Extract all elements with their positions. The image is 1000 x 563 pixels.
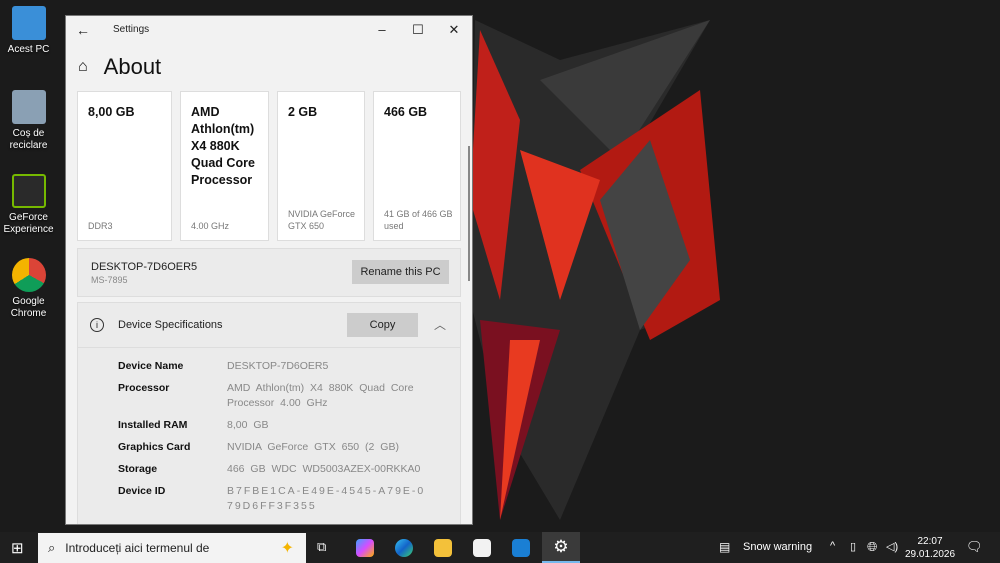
desktop-icon-this-pc[interactable]: Acest PC: [0, 6, 57, 56]
news-icon[interactable]: ▤: [719, 540, 730, 554]
settings-window: ← Settings – ☐ ✕ ⌂ About 8,00 GB DDR3 AMD …: [65, 15, 473, 525]
back-icon[interactable]: ←: [66, 22, 100, 38]
spec-value: B7FBE1CA-E49E-4545-A79E-079D6FF3F355: [227, 485, 426, 512]
computer-icon: [11, 6, 46, 40]
spec-key: Processor: [118, 382, 170, 394]
card-detail: DDR3: [88, 221, 113, 231]
sparkle-icon: ✦: [280, 540, 294, 557]
card-detail: 41 GB of 466 GB used: [384, 209, 453, 231]
card-detail: NVIDIA GeForce GTX 650: [288, 209, 356, 231]
device-specifications-header[interactable]: i Device Specifications Copy ︿: [78, 303, 460, 348]
close-icon[interactable]: ✕: [436, 22, 472, 38]
edge-icon[interactable]: [395, 539, 413, 557]
search-icon: ⌕: [48, 540, 56, 555]
search-placeholder: Introduceți aici termenul de: [65, 541, 210, 555]
device-specifications-panel: i Device Specifications Copy ︿ Device Na…: [77, 302, 461, 524]
outlook-icon[interactable]: [512, 539, 530, 557]
spec-value: DESKTOP-7D6OER5: [227, 360, 329, 372]
spec-row: Device ID B7FBE1CA-E49E-4545-A79E-079D6FF…: [78, 484, 460, 514]
clock[interactable]: 22:07 29.01.2026: [905, 535, 955, 561]
page-title: About: [103, 54, 162, 79]
minimize-icon[interactable]: –: [364, 22, 400, 37]
home-icon[interactable]: ⌂: [78, 58, 88, 76]
chrome-icon: [11, 258, 46, 292]
card-value: 466 GB: [384, 105, 428, 119]
copilot-icon[interactable]: [356, 539, 374, 557]
card-value: AMD Athlon(tm) X4 880K Quad Core Process…: [191, 105, 255, 187]
title-bar: ← Settings – ☐ ✕: [66, 16, 472, 43]
spec-row: Storage 466 GB WDC WD5003AZEX-00RKKA0: [78, 462, 460, 477]
pc-name-panel: DESKTOP-7D6OER5 MS-7895 Rename this PC: [77, 248, 461, 297]
maximize-icon[interactable]: ☐: [400, 22, 436, 38]
start-windows-icon[interactable]: ⊞: [11, 539, 24, 557]
cpu-card: AMD Athlon(tm) X4 880K Quad Core Process…: [180, 91, 269, 241]
desktop-icon-recycle-bin[interactable]: Coș de reciclare: [0, 90, 57, 152]
card-value: 2 GB: [288, 105, 318, 119]
card-detail: 4.00 GHz: [191, 221, 230, 231]
spec-value: NVIDIA GeForce GTX 650 (2 GB): [227, 441, 399, 453]
spec-row: Device Name DESKTOP-7D6OER5: [78, 359, 460, 374]
task-view-icon[interactable]: ⧉: [317, 539, 326, 555]
storage-card: 466 GB 41 GB of 466 GB used: [373, 91, 461, 241]
time: 22:07: [917, 536, 943, 547]
info-icon: i: [90, 318, 104, 332]
network-globe-icon[interactable]: 🌐︎: [867, 539, 877, 555]
volume-icon[interactable]: ◁): [886, 540, 898, 553]
spec-value: 8,00 GB: [227, 419, 269, 431]
file-explorer-icon[interactable]: [434, 539, 452, 557]
specs-title: Device Specifications: [118, 319, 223, 331]
rename-pc-button[interactable]: Rename this PC: [352, 260, 449, 284]
meet-icon[interactable]: ▯: [850, 540, 856, 553]
spec-key: Device Name: [118, 360, 184, 372]
spec-row: Installed RAM 8,00 GB: [78, 418, 460, 433]
date: 29.01.2026: [905, 549, 956, 560]
chevron-up-icon[interactable]: ︿: [434, 316, 446, 333]
desktop-icon-chrome[interactable]: Google Chrome: [0, 258, 57, 320]
store-icon[interactable]: [473, 539, 491, 557]
spec-row: Processor AMD Athlon(tm) X4 880K Quad Cor…: [78, 381, 460, 411]
desktop-icon-geforce[interactable]: GeForce Experience: [0, 174, 57, 236]
chevron-up-tray-icon[interactable]: ^: [830, 540, 835, 552]
notifications-icon[interactable]: 🗨︎: [966, 539, 983, 555]
spec-key: Storage: [118, 463, 158, 475]
gpu-card: 2 GB NVIDIA GeForce GTX 650: [277, 91, 365, 241]
nvidia-icon: [11, 174, 46, 208]
spec-value: 466 GB WDC WD5003AZEX-00RKKA0: [227, 463, 421, 475]
ram-card: 8,00 GB DDR3: [77, 91, 172, 241]
spec-row: Graphics Card NVIDIA GeForce GTX 650 (2 G…: [78, 440, 460, 455]
spec-value: AMD Athlon(tm) X4 880K Quad Core Process…: [227, 382, 414, 409]
window-title: Settings: [113, 24, 150, 35]
spec-key: Installed RAM: [118, 419, 188, 431]
scrollbar[interactable]: [468, 146, 470, 281]
taskbar: ⊞ ⌕ Introduceți aici termenul de ✦ ⧉ ⚙ ▤…: [0, 532, 1000, 563]
spec-key: Device ID: [118, 485, 166, 497]
recycle-bin-icon: [11, 90, 46, 124]
spec-key: Graphics Card: [118, 441, 191, 453]
card-value: 8,00 GB: [88, 105, 135, 119]
weather-widget[interactable]: Snow warning: [743, 541, 812, 553]
taskbar-search-box[interactable]: ⌕ Introduceți aici termenul de ✦: [38, 533, 306, 563]
settings-gear-icon[interactable]: ⚙: [542, 532, 580, 563]
copy-button[interactable]: Copy: [347, 313, 418, 337]
